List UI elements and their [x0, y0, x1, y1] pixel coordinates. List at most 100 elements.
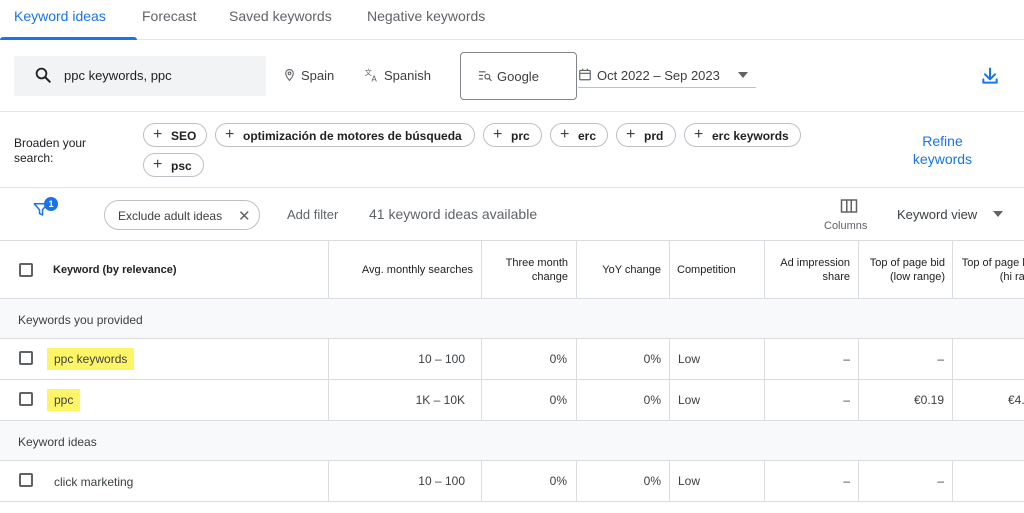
col-divider: [952, 380, 953, 420]
close-icon[interactable]: ✕: [238, 207, 251, 225]
broaden-chip-erc-keywords[interactable]: + erc keywords: [684, 123, 801, 147]
top-bid-high-cell: [982, 461, 1024, 501]
tab-saved-keywords[interactable]: Saved keywords: [229, 8, 332, 24]
tab-bar: Keyword ideas Forecast Saved keywords Ne…: [0, 0, 1024, 40]
col-divider: [952, 339, 953, 379]
tab-keyword-ideas[interactable]: Keyword ideas: [14, 8, 106, 24]
col-three-month-change[interactable]: Three month change: [481, 241, 576, 299]
exclude-adult-ideas-chip[interactable]: Exclude adult ideas ✕: [104, 200, 260, 230]
download-icon: [982, 67, 998, 84]
location-label: Spain: [301, 68, 335, 83]
yoy-cell: 0%: [643, 393, 661, 407]
plus-icon: +: [225, 126, 235, 143]
col-divider: [669, 380, 670, 420]
keyword-table: Keyword (by relevance) Avg. monthly sear…: [0, 241, 1024, 513]
col-keyword[interactable]: Keyword (by relevance): [45, 241, 328, 299]
location-pin-icon: [285, 69, 294, 82]
three-month-cell: 0%: [549, 393, 567, 407]
col-divider: [952, 461, 953, 501]
broaden-chip-prd[interactable]: + prd: [616, 123, 676, 147]
columns-icon: [840, 199, 858, 213]
broaden-chip-optimizacion[interactable]: + optimización de motores de búsqueda: [215, 123, 475, 147]
broaden-chip-erc[interactable]: + erc: [550, 123, 608, 147]
search-network-icon: [478, 71, 492, 82]
broaden-search-section: Broaden your search: + SEO + optimización …: [0, 112, 1024, 188]
search-input[interactable]: ppc keywords, ppc: [14, 56, 266, 96]
row-checkbox[interactable]: [19, 351, 33, 365]
keyword-cell[interactable]: ppc: [47, 389, 81, 411]
col-divider: [669, 461, 670, 501]
select-all-checkbox[interactable]: [19, 263, 33, 277]
refine-keywords-button[interactable]: Refine keywords: [905, 132, 980, 168]
keyword-view-selector[interactable]: Keyword view: [897, 207, 977, 222]
three-month-cell: 0%: [549, 474, 567, 488]
ad-share-cell: –: [843, 352, 850, 366]
competition-cell: Low: [678, 474, 701, 488]
top-bid-low-cell: –: [937, 352, 944, 366]
table-row: ppc 1K – 10K 0% 0% Low – €0.19 €4.: [0, 380, 1024, 421]
top-bid-high-cell: €4.: [1008, 393, 1024, 407]
avg-searches-cell: 1K – 10K: [415, 393, 465, 407]
col-yoy-change[interactable]: YoY change: [576, 241, 669, 299]
table-row: click marketing 10 – 100 0% 0% Low – –: [0, 461, 1024, 502]
keyword-cell[interactable]: ppc keywords: [47, 348, 135, 370]
plus-icon: +: [694, 126, 704, 143]
filter-count-badge: 1: [44, 197, 58, 211]
group-header-ideas: Keyword ideas: [0, 421, 1024, 461]
plus-icon: +: [493, 126, 503, 143]
table-row: ppc keywords 10 – 100 0% 0% Low – –: [0, 339, 1024, 380]
svg-text:A: A: [371, 75, 377, 83]
plus-icon: +: [153, 156, 163, 173]
group-header-provided: Keywords you provided: [0, 299, 1024, 339]
keyword-cell[interactable]: click marketing: [54, 475, 133, 489]
download-button[interactable]: [980, 66, 1000, 91]
search-network-selector[interactable]: Google: [460, 52, 577, 100]
col-top-bid-high[interactable]: Top of page bid (hi rang: [952, 241, 1024, 299]
col-avg-monthly-searches[interactable]: Avg. monthly searches: [328, 241, 481, 299]
yoy-cell: 0%: [643, 352, 661, 366]
broaden-chip-psc[interactable]: + psc: [143, 153, 204, 177]
group-label: Keywords you provided: [18, 313, 143, 327]
ad-share-cell: –: [843, 393, 850, 407]
col-top-bid-low[interactable]: Top of page bid (low range): [858, 241, 953, 299]
yoy-cell: 0%: [643, 474, 661, 488]
competition-cell: Low: [678, 393, 701, 407]
top-bid-low-cell: –: [937, 474, 944, 488]
date-range-label: Oct 2022 – Sep 2023: [597, 68, 720, 83]
add-filter-button[interactable]: Add filter: [287, 207, 338, 222]
row-checkbox[interactable]: [19, 392, 33, 406]
language-label: Spanish: [384, 68, 431, 83]
search-value: ppc keywords, ppc: [64, 68, 172, 83]
exclude-adult-label: Exclude adult ideas: [118, 209, 223, 223]
group-label: Keyword ideas: [18, 435, 97, 449]
ad-share-cell: –: [843, 474, 850, 488]
broaden-label: Broaden your search:: [14, 136, 87, 165]
plus-icon: +: [153, 126, 163, 143]
calendar-icon: [579, 68, 591, 81]
tab-negative-keywords[interactable]: Negative keywords: [367, 8, 485, 24]
chevron-down-icon: [993, 211, 1003, 217]
columns-button[interactable]: Columns: [822, 198, 876, 236]
table-header: Keyword (by relevance) Avg. monthly sear…: [0, 241, 1024, 299]
competition-cell: Low: [678, 352, 701, 366]
row-checkbox[interactable]: [19, 473, 33, 487]
columns-label: Columns: [824, 220, 868, 232]
date-range-selector[interactable]: Oct 2022 – Sep 2023: [578, 66, 756, 88]
avg-searches-cell: 10 – 100: [418, 474, 465, 488]
avg-searches-cell: 10 – 100: [418, 352, 465, 366]
translate-icon: 文A: [365, 68, 378, 83]
top-bid-high-cell: [982, 339, 1024, 379]
broaden-chip-prc[interactable]: + prc: [483, 123, 542, 147]
search-row: ppc keywords, ppc Spain 文A Spanish Googl…: [0, 40, 1024, 112]
broaden-chip-seo[interactable]: + SEO: [143, 123, 207, 147]
chevron-down-icon: [738, 72, 748, 78]
keyword-ideas-count: 41 keyword ideas available: [369, 206, 538, 222]
tab-forecast[interactable]: Forecast: [142, 8, 196, 24]
col-competition[interactable]: Competition: [669, 241, 764, 299]
filter-bar: 1 Exclude adult ideas ✕ Add filter 41 ke…: [0, 188, 1024, 241]
plus-icon: +: [560, 126, 570, 143]
col-ad-impression-share[interactable]: Ad impression share: [764, 241, 858, 299]
three-month-cell: 0%: [549, 352, 567, 366]
search-icon: [35, 67, 51, 83]
plus-icon: +: [626, 126, 636, 143]
